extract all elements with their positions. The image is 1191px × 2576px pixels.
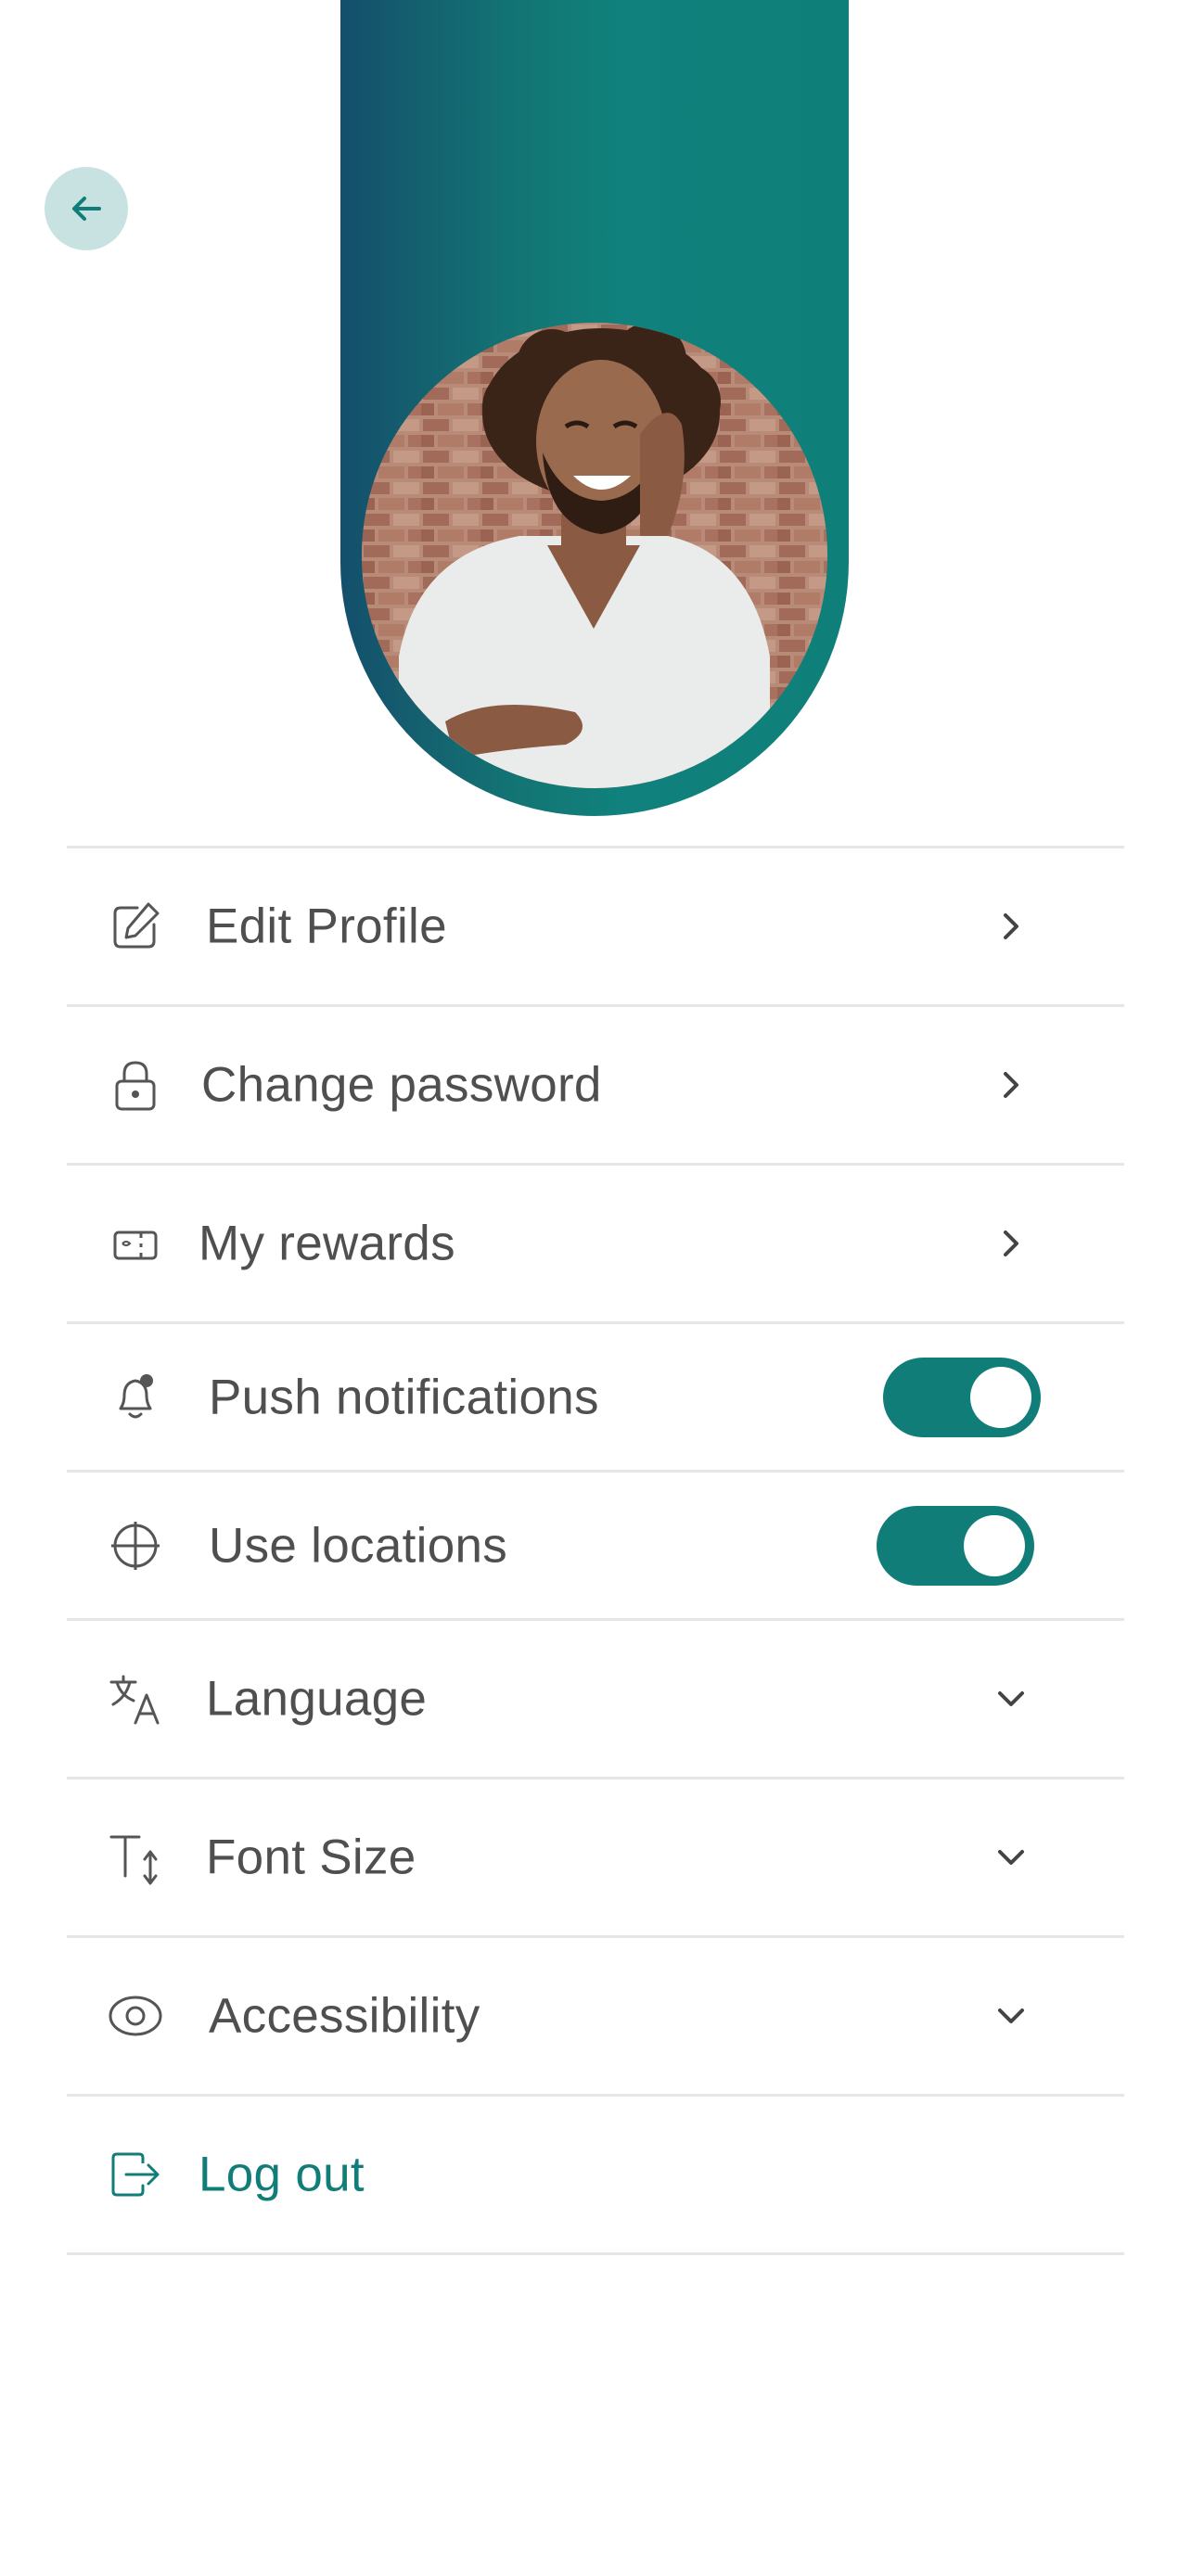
log-out-row[interactable]: Log out <box>67 2097 1124 2252</box>
use-locations-label: Use locations <box>209 1518 508 1573</box>
change-password-label: Change password <box>201 1057 602 1113</box>
use-locations-row: Use locations <box>67 1473 1124 1618</box>
text-size-icon <box>109 1835 158 1885</box>
chevron-down-icon <box>998 1691 1024 1706</box>
chevron-right-icon <box>1004 1072 1018 1098</box>
settings-menu: Edit Profile Change password My rewards <box>67 846 1124 2255</box>
my-rewards-label: My rewards <box>198 1216 455 1271</box>
push-notifications-label: Push notifications <box>209 1370 599 1424</box>
toggle-knob <box>964 1514 1025 1576</box>
ticket-icon <box>113 1231 158 1260</box>
language-label: Language <box>206 1671 428 1727</box>
accessibility-label: Accessibility <box>209 1988 480 2044</box>
avatar-photo <box>362 323 827 788</box>
crosshair-icon <box>111 1521 160 1570</box>
change-password-row[interactable]: Change password <box>67 1007 1124 1163</box>
bell-icon <box>119 1373 153 1418</box>
edit-profile-label: Edit Profile <box>206 899 447 954</box>
use-locations-toggle[interactable] <box>877 1505 1034 1586</box>
edit-profile-row[interactable]: Edit Profile <box>67 848 1124 1004</box>
chevron-down-icon <box>998 2009 1024 2023</box>
accessibility-row[interactable]: Accessibility <box>67 1938 1124 2094</box>
divider <box>67 2252 1124 2255</box>
chevron-right-icon <box>1004 1231 1018 1256</box>
translate-icon <box>109 1675 160 1725</box>
pencil-square-icon <box>113 902 160 949</box>
chevron-right-icon <box>1004 913 1018 939</box>
toggle-knob <box>970 1366 1031 1428</box>
my-rewards-row[interactable]: My rewards <box>67 1166 1124 1321</box>
eye-icon <box>109 1996 162 2036</box>
lock-icon <box>115 1061 156 1111</box>
back-button[interactable] <box>45 167 128 250</box>
push-notifications-toggle[interactable] <box>883 1357 1041 1437</box>
language-row[interactable]: Language <box>67 1621 1124 1777</box>
arrow-left-icon <box>72 197 101 221</box>
font-size-label: Font Size <box>206 1830 416 1885</box>
profile-avatar <box>362 323 827 788</box>
logout-icon <box>111 2152 160 2197</box>
font-size-row[interactable]: Font Size <box>67 1779 1124 1935</box>
chevron-down-icon <box>998 1850 1024 1865</box>
push-notifications-row: Push notifications <box>67 1324 1124 1470</box>
log-out-label: Log out <box>198 2147 365 2202</box>
